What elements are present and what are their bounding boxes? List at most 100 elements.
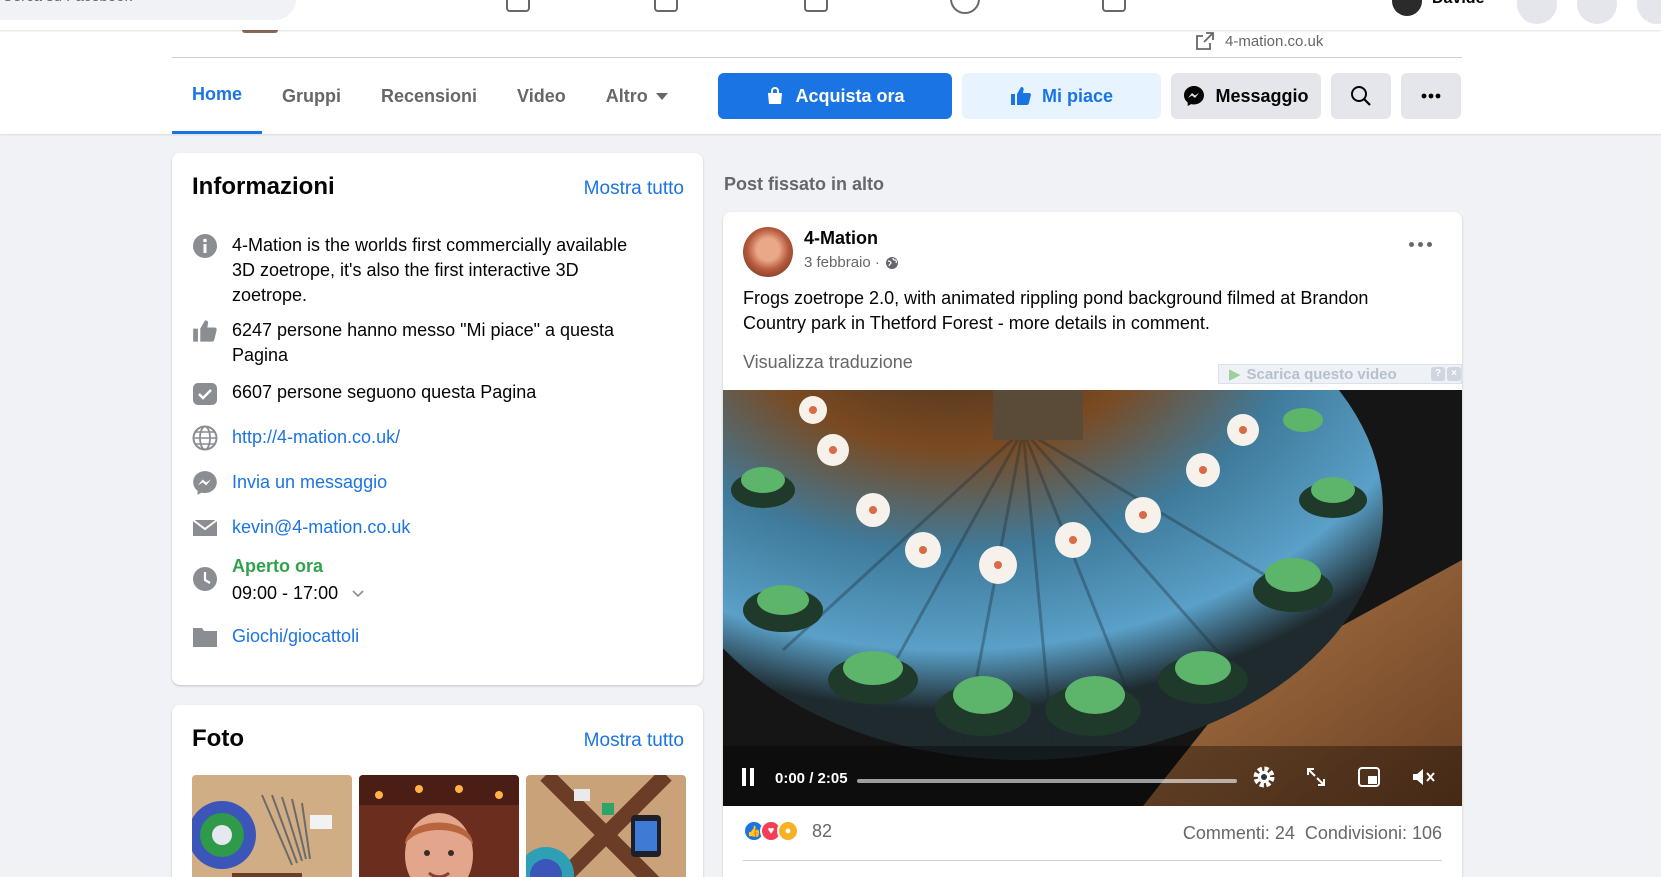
user-avatar[interactable] <box>1392 0 1422 16</box>
website-text: 4-mation.co.uk <box>1225 32 1324 50</box>
tab-label: Video <box>517 85 566 106</box>
buy-now-label: Acquista ora <box>795 85 905 106</box>
page-header: 4-mation.co.uk Home Gruppi Recensioni Vi… <box>0 30 1661 134</box>
notifications-button[interactable] <box>1637 0 1661 24</box>
messenger-icon <box>192 470 218 496</box>
divider <box>743 860 1442 861</box>
page-description: 4-Mation is the worlds first commerciall… <box>232 235 628 305</box>
badge-actions: ? × <box>1431 367 1461 381</box>
info-title: Informazioni <box>192 173 335 200</box>
more-options-button[interactable] <box>1401 73 1461 119</box>
dot <box>1409 242 1414 247</box>
download-video-badge[interactable]: ▶ Scarica questo video ? × <box>1218 364 1462 384</box>
reactions-summary[interactable]: 👍 ♥ ● 82 <box>743 820 832 842</box>
tab-home[interactable]: Home <box>172 58 263 134</box>
comments-count[interactable]: Commenti: 24 <box>1183 823 1295 844</box>
user-name[interactable]: Davide <box>1432 0 1484 8</box>
page-tabs: Home Gruppi Recensioni Video Altro <box>172 58 688 134</box>
hours-block[interactable]: Aperto ora 09:00 - 17:00 <box>232 554 662 606</box>
search-icon <box>1351 86 1371 106</box>
pinned-post: 4-Mation 3 febbraio · Frogs zoetrope 2.0… <box>723 212 1462 877</box>
info-card: Informazioni Mostra tutto 4-Mation is th… <box>172 153 703 685</box>
watch-icon[interactable] <box>654 0 678 12</box>
video-progress-bar[interactable] <box>857 779 1237 783</box>
category-link[interactable]: Giochi/giocattoli <box>232 624 662 649</box>
likes-count-text: 6247 persone hanno messo "Mi piace" a qu… <box>232 320 615 365</box>
search-input[interactable]: Cerca su Facebook <box>0 0 296 20</box>
top-navigation-bar: Cerca su Facebook Davide <box>0 0 1661 30</box>
photos-show-all-link[interactable]: Mostra tutto <box>584 730 684 752</box>
shares-count[interactable]: Condivisioni: 106 <box>1305 823 1442 844</box>
messenger-icon <box>1184 86 1205 106</box>
post-author-name[interactable]: 4-Mation <box>804 228 878 249</box>
engagement-counts: Commenti: 24 Condivisioni: 106 <box>1183 823 1442 844</box>
shopping-bag-icon <box>768 87 783 104</box>
hours-row: Aperto ora 09:00 - 17:00 <box>192 554 662 606</box>
tab-video[interactable]: Video <box>497 58 586 134</box>
picture-in-picture-icon[interactable] <box>1358 767 1380 787</box>
thumbs-up-icon <box>1010 87 1031 105</box>
post-author-avatar[interactable] <box>743 227 793 277</box>
globe-icon <box>885 256 898 269</box>
thumbs-up-icon <box>192 318 218 344</box>
pause-icon[interactable] <box>741 768 755 786</box>
tab-reviews[interactable]: Recensioni <box>361 58 497 134</box>
post-options-button[interactable] <box>1409 242 1432 247</box>
groups-icon[interactable] <box>950 0 980 14</box>
followers-count-text: 6607 persone seguono questa Pagina <box>232 382 537 402</box>
video-time: 0:00 / 2:05 <box>775 770 848 787</box>
followers-check-icon <box>192 380 218 406</box>
category-row: Giochi/giocattoli <box>192 624 662 650</box>
see-translation-link[interactable]: Visualizza traduzione <box>743 352 913 373</box>
pinned-post-label: Post fissato in alto <box>724 174 885 194</box>
post-text: Frogs zoetrope 2.0, with animated rippli… <box>743 288 1369 333</box>
close-icon[interactable]: × <box>1447 367 1461 381</box>
open-status: Aperto ora <box>232 556 324 576</box>
envelope-icon <box>192 515 218 541</box>
help-icon[interactable]: ? <box>1431 367 1445 381</box>
dot <box>1418 242 1423 247</box>
info-icon <box>192 233 218 259</box>
more-dots-icon <box>1421 93 1441 99</box>
reaction-icons: 👍 ♥ ● <box>743 820 799 842</box>
tab-label: Altro <box>605 85 648 106</box>
like-page-button[interactable]: Mi piace <box>962 73 1161 119</box>
tab-more[interactable]: Altro <box>586 58 688 134</box>
photo-thumbnail[interactable] <box>526 775 686 877</box>
fullscreen-icon[interactable] <box>1306 767 1326 787</box>
website-link[interactable]: 4-mation.co.uk <box>1195 30 1323 52</box>
website-row: http://4-mation.co.uk/ <box>192 425 662 451</box>
video-player[interactable]: 0:00 / 2:05 <box>723 390 1462 806</box>
photos-card: Foto Mostra tutto <box>172 705 703 877</box>
gaming-icon[interactable] <box>1102 0 1126 12</box>
post-date[interactable]: 3 febbraio · <box>804 254 880 271</box>
download-video-label: Scarica questo video <box>1246 365 1397 383</box>
messenger-button[interactable] <box>1577 0 1617 24</box>
website-url-link[interactable]: http://4-mation.co.uk/ <box>232 425 662 450</box>
clock-icon <box>192 566 218 592</box>
info-show-all-link[interactable]: Mostra tutto <box>584 178 684 200</box>
photo-thumbnail[interactable] <box>359 775 519 877</box>
play-triangle-icon: ▶ <box>1229 366 1241 383</box>
video-frame <box>723 390 1462 806</box>
like-label: Mi piace <box>1041 85 1114 106</box>
post-meta: 3 febbraio · <box>804 254 899 271</box>
buy-now-button[interactable]: Acquista ora <box>718 73 952 119</box>
photo-thumbnail[interactable] <box>192 775 352 877</box>
home-icon[interactable] <box>506 0 530 12</box>
email-link[interactable]: kevin@4-mation.co.uk <box>232 515 662 540</box>
tab-groups[interactable]: Gruppi <box>262 58 361 134</box>
hours-line: 09:00 - 17:00 <box>232 581 662 606</box>
message-button[interactable]: Messaggio <box>1171 73 1321 119</box>
send-message-link[interactable]: Invia un messaggio <box>232 470 662 495</box>
chevron-down-icon[interactable] <box>352 589 364 598</box>
page-profile-picture[interactable] <box>242 30 278 33</box>
menu-button[interactable] <box>1517 0 1557 24</box>
email-row: kevin@4-mation.co.uk <box>192 515 662 541</box>
page-search-button[interactable] <box>1331 73 1391 119</box>
mute-icon[interactable] <box>1411 766 1437 788</box>
photo-grid <box>192 775 686 877</box>
gear-icon[interactable] <box>1251 764 1277 790</box>
external-link-icon <box>1196 32 1214 50</box>
marketplace-icon[interactable] <box>804 0 828 12</box>
